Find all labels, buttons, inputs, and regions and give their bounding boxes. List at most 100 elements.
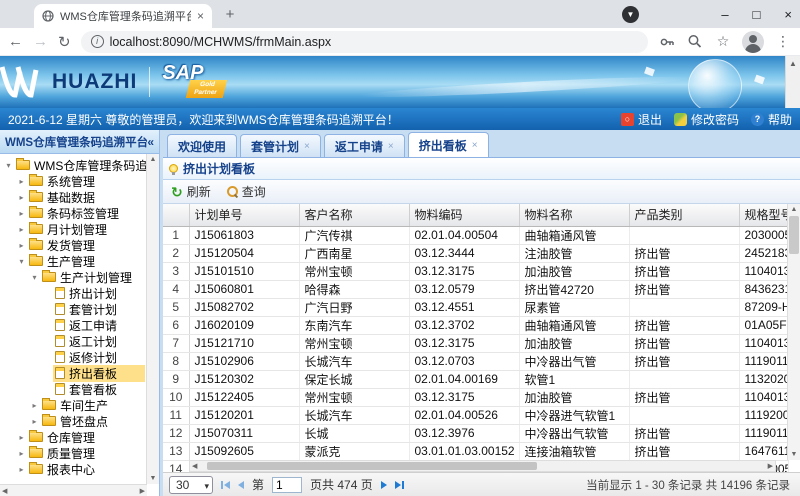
column-header[interactable]: 规格型号 bbox=[739, 204, 788, 226]
page-size-select[interactable]: 30 bbox=[169, 476, 213, 494]
column-header[interactable]: 客户名称 bbox=[299, 204, 409, 226]
tab-rework-request[interactable]: 返工申请 × bbox=[324, 134, 405, 157]
change-password-button[interactable]: 修改密码 bbox=[674, 111, 739, 128]
table-row[interactable]: 8J15102906长城汽车03.12.0703中冷器出气管挤出管1119011… bbox=[163, 352, 788, 370]
window-maximize-button[interactable]: □ bbox=[753, 7, 761, 22]
page-info-icon[interactable]: i bbox=[91, 35, 104, 48]
table-row[interactable]: 12J15070311长城03.12.3976中冷器出气软管挤出管1119011… bbox=[163, 424, 788, 442]
tree-item[interactable]: 套管看板 bbox=[0, 381, 145, 397]
tab-close-icon[interactable]: × bbox=[472, 140, 478, 151]
scroll-left-icon[interactable]: ◀ bbox=[2, 487, 7, 495]
collapse-arrow-icon[interactable]: ▾ bbox=[3, 161, 14, 170]
tree-item[interactable]: ▸基础数据 bbox=[0, 189, 145, 205]
new-tab-button[interactable]: + bbox=[222, 7, 238, 23]
table-row[interactable]: 3J15101510常州宝顿03.12.3175加油胶管挤出管1104013XS… bbox=[163, 262, 788, 280]
scrollbar-thumb[interactable] bbox=[207, 462, 537, 470]
expand-arrow-icon[interactable]: ▸ bbox=[29, 401, 40, 410]
expand-arrow-icon[interactable]: ▸ bbox=[16, 241, 27, 250]
column-header[interactable]: 物料编码 bbox=[409, 204, 519, 226]
sidebar-vertical-scrollbar[interactable]: ▲ ▼ bbox=[146, 154, 159, 484]
address-bar[interactable]: i localhost:8090/MCHWMS/frmMain.aspx bbox=[81, 31, 648, 53]
tree-item[interactable]: ▸管坯盘点 bbox=[0, 413, 145, 429]
browser-tab[interactable]: WMS仓库管理条码追溯平台 × bbox=[34, 4, 212, 28]
table-row[interactable]: 2J15120504广西南星03.12.3444注油胶管挤出管24521832 bbox=[163, 244, 788, 262]
tree-item[interactable]: ▾生产管理 bbox=[0, 253, 145, 269]
scroll-left-icon[interactable]: ◀ bbox=[190, 462, 199, 470]
bookmark-star-icon[interactable]: ☆ bbox=[714, 33, 732, 50]
expand-arrow-icon[interactable]: ▸ bbox=[16, 193, 27, 202]
tree-item[interactable]: ▸条码标签管理 bbox=[0, 205, 145, 221]
next-page-button[interactable] bbox=[381, 481, 387, 489]
collapse-arrow-icon[interactable]: ▾ bbox=[29, 273, 40, 282]
tree-item[interactable]: ▸质量管理 bbox=[0, 445, 145, 461]
collapse-arrow-icon[interactable]: ▾ bbox=[16, 257, 27, 266]
tab-close-icon[interactable]: × bbox=[197, 9, 204, 23]
grid-horizontal-scrollbar[interactable]: ◀ ▶ bbox=[189, 460, 776, 472]
tab-extrusion-board[interactable]: 挤出看板 × bbox=[408, 132, 489, 157]
table-row[interactable]: 5J15082702广汽日野03.12.4551尿素管87209-H56AT bbox=[163, 298, 788, 316]
grid-vertical-scrollbar[interactable]: ▲ ▼ bbox=[787, 204, 800, 460]
prev-page-button[interactable] bbox=[238, 481, 244, 489]
expand-arrow-icon[interactable]: ▸ bbox=[16, 209, 27, 218]
scroll-up-icon[interactable]: ▲ bbox=[788, 206, 800, 213]
sidebar-collapse-icon[interactable]: « bbox=[147, 135, 154, 149]
tab-taoguan-plan[interactable]: 套管计划 × bbox=[240, 134, 321, 157]
table-row[interactable]: 10J15122405常州宝顿03.12.3175加油胶管挤出管1104013X… bbox=[163, 388, 788, 406]
password-key-icon[interactable] bbox=[658, 34, 676, 50]
tree-item[interactable]: 返工申请 bbox=[0, 317, 145, 333]
tab-overflow-icon[interactable]: ▼ bbox=[622, 6, 639, 23]
sidebar-horizontal-scrollbar[interactable]: ◀ ▶ bbox=[0, 484, 147, 496]
window-minimize-button[interactable]: – bbox=[721, 7, 728, 22]
tab-close-icon[interactable]: × bbox=[388, 141, 394, 152]
scroll-down-icon[interactable]: ▼ bbox=[147, 475, 159, 482]
tree-item[interactable]: ▸系统管理 bbox=[0, 173, 145, 189]
first-page-button[interactable] bbox=[221, 481, 230, 489]
tree-item[interactable]: ▸车间生产 bbox=[0, 397, 145, 413]
page-number-input[interactable] bbox=[272, 477, 302, 493]
table-row[interactable]: 6J16020109东南汽车03.12.3702曲轴箱通风管挤出管01A05F0… bbox=[163, 316, 788, 334]
tree-item[interactable]: ▸发货管理 bbox=[0, 237, 145, 253]
tab-welcome[interactable]: 欢迎使用 bbox=[167, 134, 237, 157]
expand-arrow-icon[interactable]: ▸ bbox=[29, 417, 40, 426]
tree-item[interactable]: ▾生产计划管理 bbox=[0, 269, 145, 285]
column-header[interactable]: 物料名称 bbox=[519, 204, 629, 226]
browser-menu-icon[interactable]: ⋮ bbox=[774, 33, 792, 50]
search-button[interactable]: 查询 bbox=[227, 183, 266, 200]
tree-item[interactable]: ▸仓库管理 bbox=[0, 429, 145, 445]
tab-close-icon[interactable]: × bbox=[304, 141, 310, 152]
tree-item[interactable]: ▸报表中心 bbox=[0, 461, 145, 477]
table-row[interactable]: 1J15061803广汽传祺02.01.04.00504曲轴箱通风管203000… bbox=[163, 226, 788, 244]
profile-avatar[interactable] bbox=[742, 31, 764, 53]
table-row[interactable]: 11J15120201长城汽车02.01.04.00526中冷器进气软管1111… bbox=[163, 406, 788, 424]
back-icon[interactable]: ← bbox=[8, 33, 23, 50]
scroll-right-icon[interactable]: ▶ bbox=[766, 462, 775, 470]
tree-item[interactable]: 返修计划 bbox=[0, 349, 145, 365]
expand-arrow-icon[interactable]: ▸ bbox=[16, 433, 27, 442]
logout-button[interactable]: ○ 退出 bbox=[621, 111, 662, 128]
table-row[interactable]: 9J15120302保定长城02.01.04.00169软管11132020XK… bbox=[163, 370, 788, 388]
url-text[interactable]: localhost:8090/MCHWMS/frmMain.aspx bbox=[110, 35, 332, 49]
column-header[interactable]: 产品类别 bbox=[629, 204, 739, 226]
tree-item[interactable]: 挤出看板 bbox=[0, 365, 145, 381]
scrollbar-thumb[interactable] bbox=[789, 216, 799, 254]
tree-item[interactable]: ▾WMS仓库管理条码追溯系统 bbox=[0, 157, 145, 173]
table-row[interactable]: 13J15092605蒙派克03.01.01.03.00152连接油箱软管挤出管… bbox=[163, 442, 788, 460]
scroll-right-icon[interactable]: ▶ bbox=[140, 487, 145, 495]
zoom-icon[interactable] bbox=[686, 34, 704, 49]
help-button[interactable]: ? 帮助 bbox=[751, 111, 792, 128]
expand-arrow-icon[interactable]: ▸ bbox=[16, 465, 27, 474]
expand-arrow-icon[interactable]: ▸ bbox=[16, 225, 27, 234]
table-row[interactable]: 4J15060801哈得森03.12.0579挤出管42720挤出管843623… bbox=[163, 280, 788, 298]
reload-icon[interactable]: ↻ bbox=[58, 33, 71, 51]
expand-arrow-icon[interactable]: ▸ bbox=[16, 177, 27, 186]
tree-item[interactable]: 挤出计划 bbox=[0, 285, 145, 301]
scroll-up-icon[interactable]: ▲ bbox=[786, 59, 800, 68]
scroll-up-icon[interactable]: ▲ bbox=[147, 156, 159, 163]
last-page-button[interactable] bbox=[395, 481, 404, 489]
tree-item[interactable]: 套管计划 bbox=[0, 301, 145, 317]
tree-item[interactable]: ▸月计划管理 bbox=[0, 221, 145, 237]
expand-arrow-icon[interactable]: ▸ bbox=[16, 449, 27, 458]
scroll-down-icon[interactable]: ▼ bbox=[788, 451, 800, 458]
refresh-button[interactable]: ↻ 刷新 bbox=[171, 183, 211, 200]
tree-item[interactable]: 返工计划 bbox=[0, 333, 145, 349]
